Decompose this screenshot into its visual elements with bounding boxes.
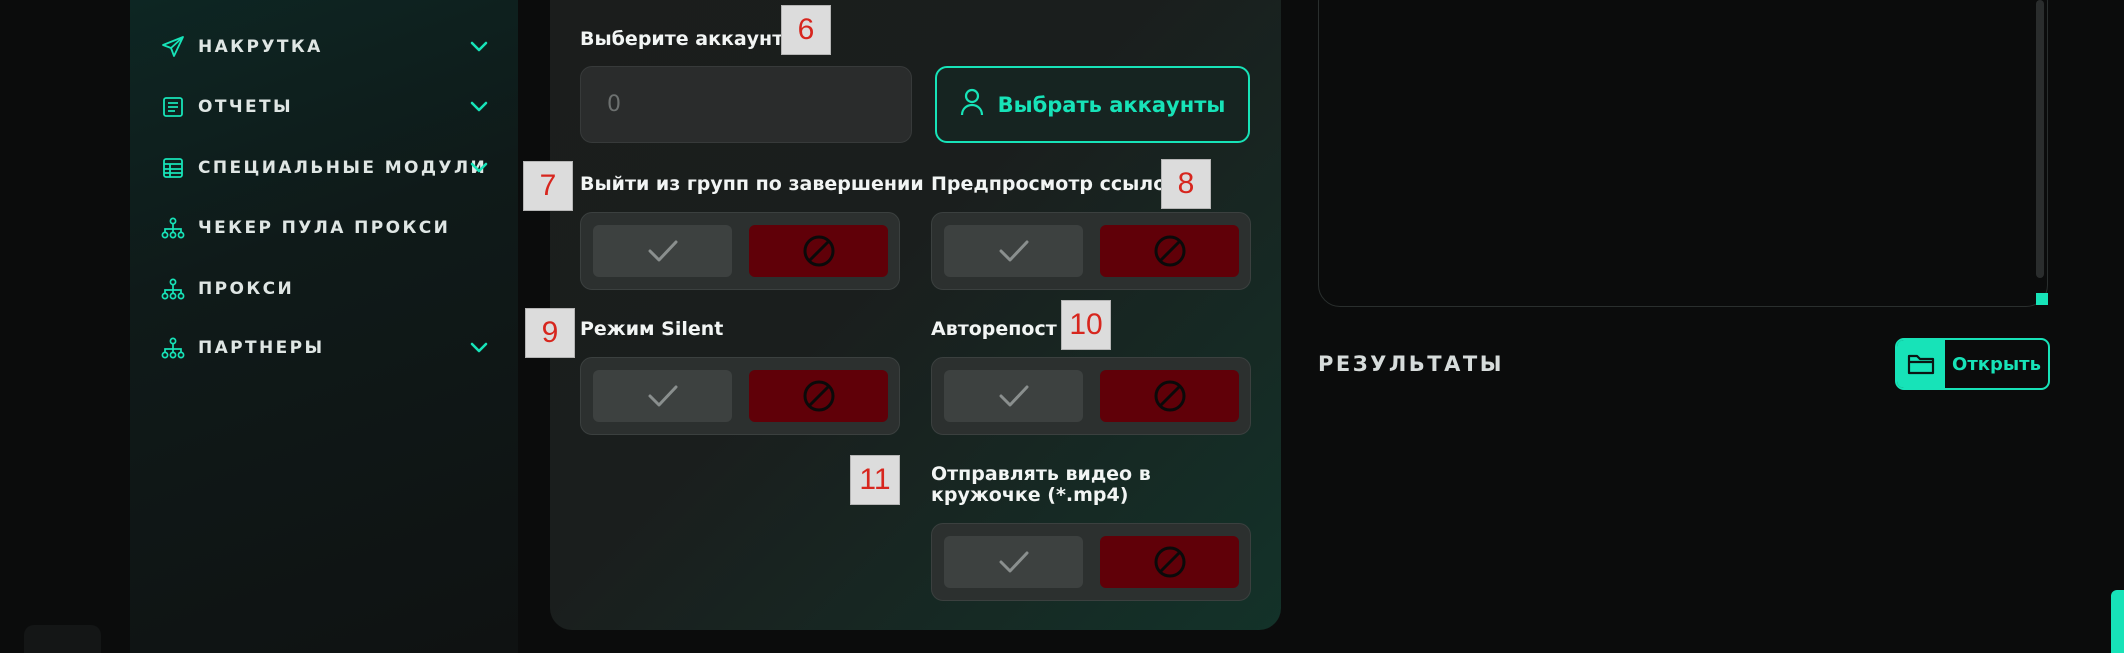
- report-icon: [160, 94, 186, 120]
- forbidden-icon: [1154, 235, 1185, 267]
- disable-button[interactable]: [1100, 536, 1239, 588]
- silent-mode-label: Режим Silent: [580, 318, 724, 340]
- silent-mode-toggle: [580, 357, 900, 435]
- annotation-marker-10: 10: [1061, 300, 1111, 350]
- disable-button[interactable]: [1100, 370, 1239, 422]
- user-icon: [960, 88, 984, 121]
- disable-button[interactable]: [749, 225, 888, 277]
- log-scrollbar[interactable]: [2036, 0, 2044, 278]
- sidebar-item-otchety[interactable]: ОТЧЕТЫ: [160, 92, 490, 122]
- sidebar: НАКРУТКА ОТЧЕТЫ СПЕЦИАЛЬНЫЕ МОДУЛИ ЧЕКЕР…: [130, 0, 518, 653]
- annotation-marker-7: 7: [523, 161, 573, 211]
- send-icon: [160, 34, 186, 60]
- network-icon: [160, 335, 186, 361]
- table-icon: [160, 155, 186, 181]
- autorepost-label: Авторепост: [931, 318, 1057, 340]
- check-icon: [999, 551, 1028, 573]
- forbidden-icon: [1154, 546, 1185, 578]
- folder-icon: [1897, 340, 1945, 388]
- network-icon: [160, 276, 186, 302]
- enable-button[interactable]: [593, 225, 732, 277]
- sidebar-item-nakrutka[interactable]: НАКРУТКА: [160, 32, 490, 62]
- sidebar-item-partners[interactable]: ПАРТНЕРЫ: [160, 333, 490, 363]
- video-circle-label: Отправлять видео в кружочке (*.mp4): [931, 463, 1151, 506]
- enable-button[interactable]: [593, 370, 732, 422]
- forbidden-icon: [1154, 380, 1185, 412]
- enable-button[interactable]: [944, 536, 1083, 588]
- video-circle-toggle: [931, 523, 1251, 601]
- resize-grip-icon[interactable]: [2036, 293, 2048, 305]
- results-title: РЕЗУЛЬТАТЫ: [1318, 352, 1504, 376]
- sidebar-item-proxy[interactable]: ПРОКСИ: [160, 274, 490, 304]
- sidebar-item-special-modules[interactable]: СПЕЦИАЛЬНЫЕ МОДУЛИ: [160, 153, 490, 183]
- sidebar-item-label: ПРОКСИ: [198, 279, 295, 299]
- chevron-down-icon[interactable]: [468, 337, 490, 359]
- log-text-area[interactable]: [1318, 0, 2048, 307]
- open-results-label: Открыть: [1952, 353, 2041, 375]
- pick-accounts-button[interactable]: Выбрать аккаунты: [935, 66, 1250, 143]
- forbidden-icon: [803, 380, 834, 412]
- enable-button[interactable]: [944, 225, 1083, 277]
- page-scrollbar[interactable]: [2111, 590, 2124, 653]
- check-icon: [999, 240, 1028, 262]
- leave-groups-toggle: [580, 212, 900, 290]
- chevron-down-icon[interactable]: [468, 36, 490, 58]
- sidebar-item-label: ЧЕКЕР ПУЛА ПРОКСИ: [198, 218, 451, 238]
- accounts-count-input[interactable]: [580, 66, 912, 143]
- disable-button[interactable]: [1100, 225, 1239, 277]
- chevron-down-icon[interactable]: [468, 157, 490, 179]
- sidebar-collapse-button[interactable]: [24, 625, 101, 653]
- forbidden-icon: [803, 235, 834, 267]
- accounts-label: Выберите аккаунты: [580, 28, 801, 50]
- annotation-marker-11: 11: [850, 455, 900, 505]
- sidebar-item-label: НАКРУТКА: [198, 37, 323, 57]
- network-icon: [160, 215, 186, 241]
- open-results-button[interactable]: Открыть: [1895, 338, 2050, 390]
- enable-button[interactable]: [944, 370, 1083, 422]
- annotation-marker-8: 8: [1161, 159, 1211, 209]
- disable-button[interactable]: [749, 370, 888, 422]
- sidebar-item-label: ПАРТНЕРЫ: [198, 338, 325, 358]
- chevron-down-icon[interactable]: [468, 96, 490, 118]
- check-icon: [999, 385, 1028, 407]
- sidebar-item-label: ОТЧЕТЫ: [198, 97, 294, 117]
- pick-accounts-label: Выбрать аккаунты: [997, 92, 1226, 117]
- check-icon: [648, 240, 677, 262]
- check-icon: [648, 385, 677, 407]
- annotation-marker-6: 6: [781, 5, 831, 55]
- link-preview-toggle: [931, 212, 1251, 290]
- sidebar-item-label: СПЕЦИАЛЬНЫЕ МОДУЛИ: [198, 158, 488, 178]
- leave-groups-label: Выйти из групп по завершении: [580, 173, 924, 195]
- sidebar-item-proxy-pool-checker[interactable]: ЧЕКЕР ПУЛА ПРОКСИ: [160, 213, 490, 243]
- autorepost-toggle: [931, 357, 1251, 435]
- annotation-marker-9: 9: [525, 308, 575, 358]
- link-preview-label: Предпросмотр ссылок: [931, 173, 1180, 195]
